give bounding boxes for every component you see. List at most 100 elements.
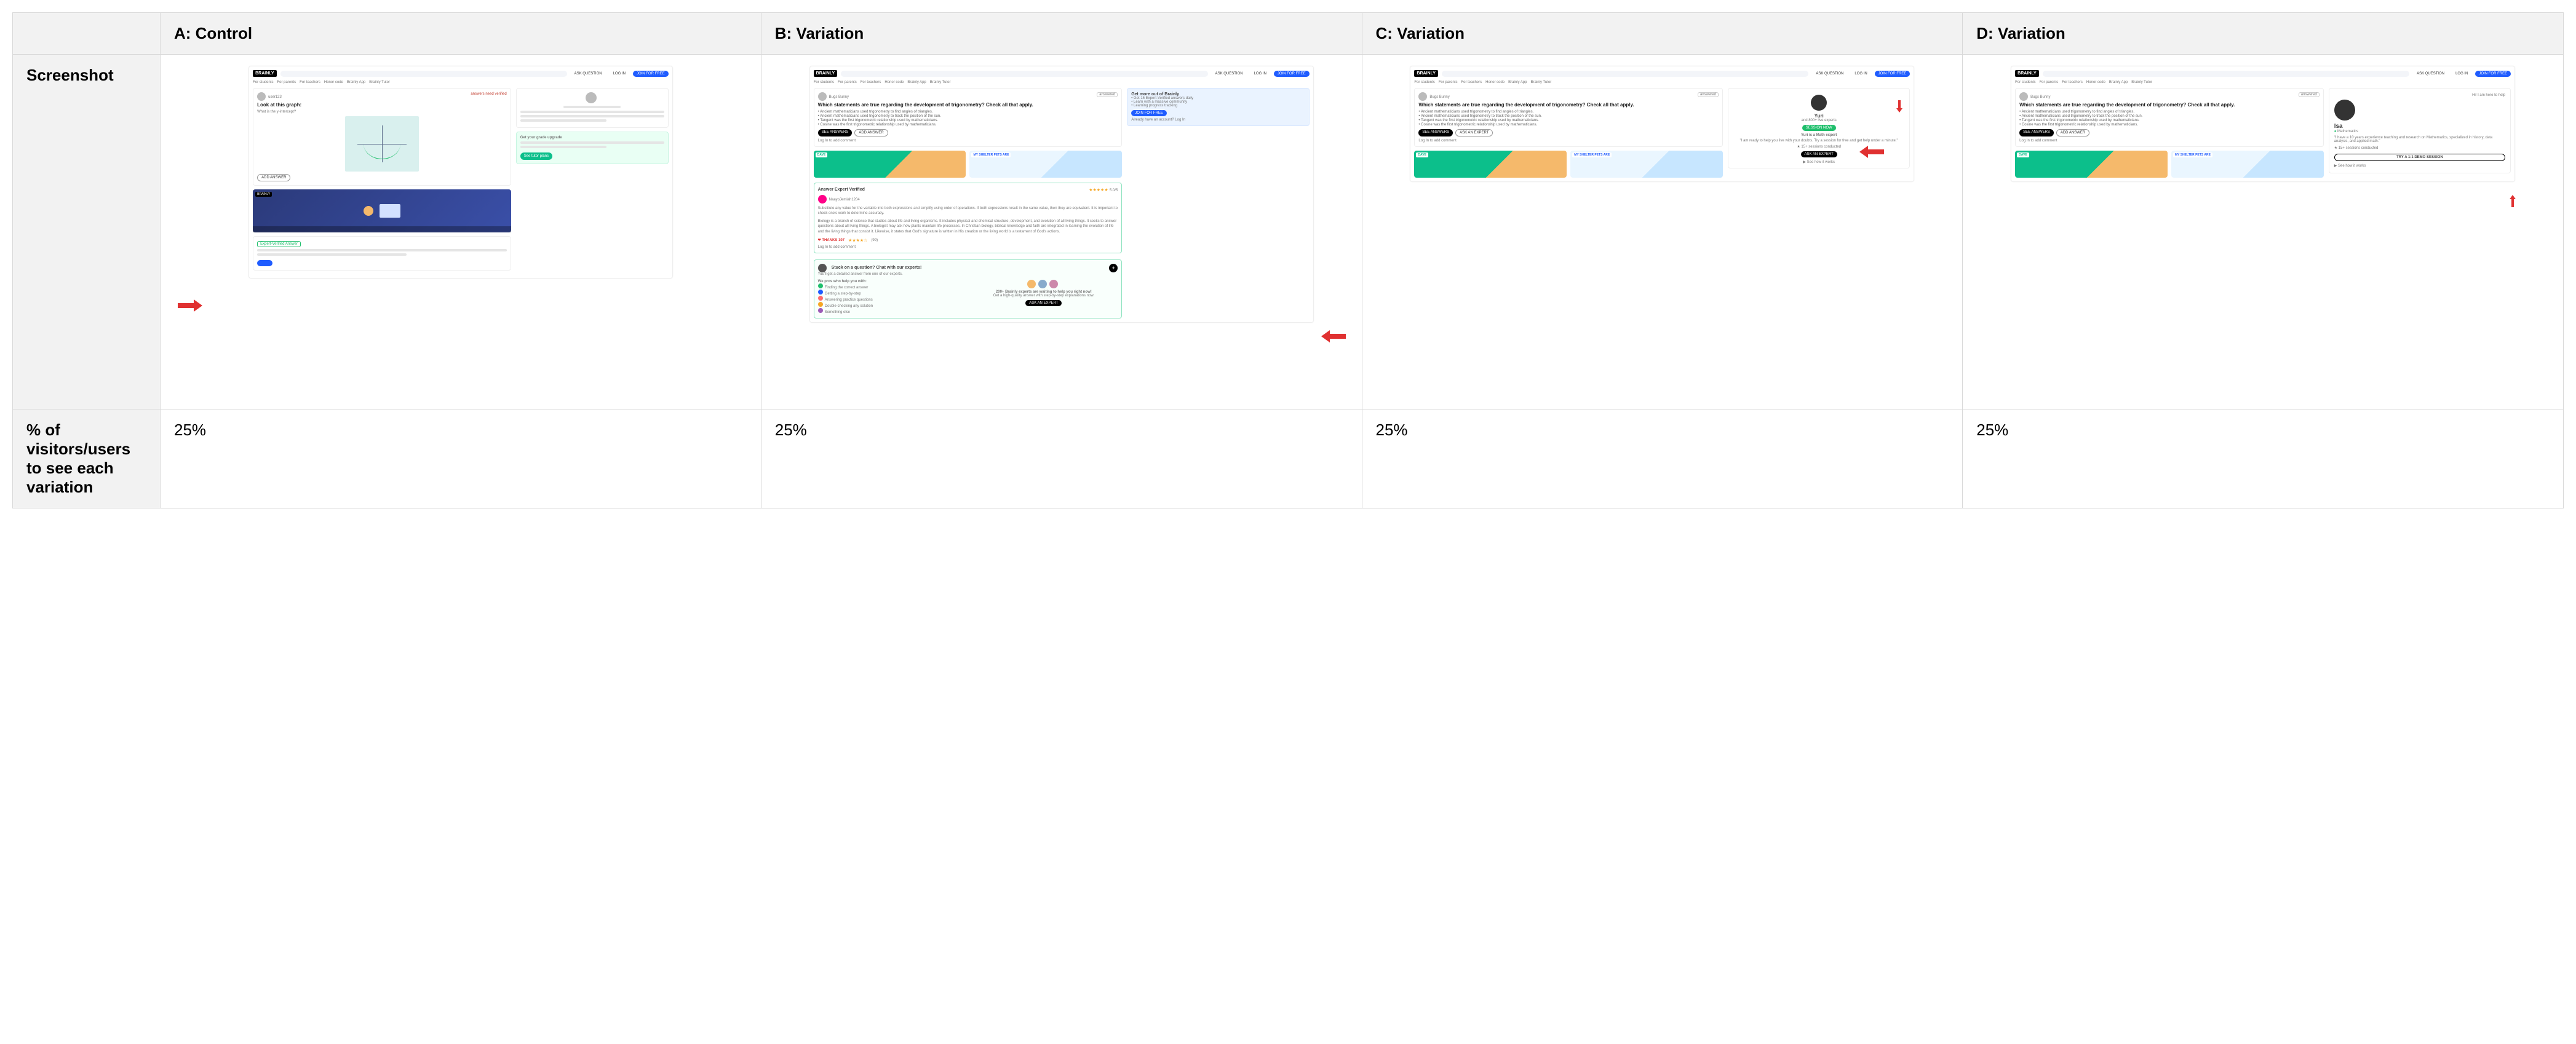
session-now-button[interactable]: SESSION NOW xyxy=(1802,125,1836,131)
question-card: Bugs Bunny answered Which statements are… xyxy=(814,88,1123,147)
question-author: user123 xyxy=(268,95,282,99)
grade-cta-button[interactable]: See tutor plans xyxy=(520,152,552,160)
join-button[interactable]: JOIN FOR FREE xyxy=(1274,71,1310,77)
login-link[interactable]: LOG IN xyxy=(2452,71,2471,77)
callout-arrow-icon xyxy=(1859,146,1884,158)
ad-thumb[interactable]: MY SHELTER PETS ARE xyxy=(969,151,1122,178)
tutor-name: Yuri xyxy=(1732,113,1906,119)
join-button[interactable]: JOIN FOR FREE xyxy=(633,71,669,77)
nav-honor[interactable]: Honor code xyxy=(1485,81,1505,84)
nav-app[interactable]: Brainly App xyxy=(347,81,365,84)
see-how-link[interactable]: See how it works xyxy=(1807,160,1835,164)
question-card: user123 answers need verified Look at th… xyxy=(253,88,511,186)
callout-arrow-icon xyxy=(1893,94,1906,119)
nav-tutor[interactable]: Brainly Tutor xyxy=(930,81,951,84)
search-input[interactable] xyxy=(2043,71,2409,77)
ask-question-link[interactable]: ASK QUESTION xyxy=(1212,71,1247,77)
nav-app[interactable]: Brainly App xyxy=(1508,81,1527,84)
nav-parents[interactable]: For parents xyxy=(1439,81,1458,84)
search-input[interactable] xyxy=(280,71,567,77)
nav-teachers[interactable]: For teachers xyxy=(1461,81,1482,84)
avatar xyxy=(818,92,827,101)
login-to-comment[interactable]: Log In to add comment xyxy=(2019,139,2320,143)
ad-thumbs: DAVE MY SHELTER PETS ARE xyxy=(814,151,1123,178)
login-to-comment[interactable]: Log In to add comment xyxy=(818,139,1118,143)
login-to-comment[interactable]: Log In to add comment xyxy=(818,245,1118,249)
ad-thumb[interactable]: DAVE xyxy=(1414,151,1567,178)
avatar xyxy=(257,92,266,101)
col-b-header: B: Variation xyxy=(761,13,1362,55)
nav-students[interactable]: For students xyxy=(1414,81,1434,84)
ask-expert-button[interactable]: ASK AN EXPERT xyxy=(1801,151,1837,157)
nav-app[interactable]: Brainly App xyxy=(907,81,926,84)
expert-answer-card: Expert-Verified Answer xyxy=(253,236,511,271)
see-answers-button[interactable]: SEE ANSWERS xyxy=(818,129,853,136)
nav-teachers[interactable]: For teachers xyxy=(861,81,881,84)
add-answer-button[interactable]: ADD ANSWER xyxy=(257,174,290,181)
brand-logo: BRAINLY xyxy=(253,70,276,77)
nav-teachers[interactable]: For teachers xyxy=(300,81,320,84)
login-to-comment[interactable]: Log In to add comment xyxy=(1418,139,1719,143)
search-input[interactable] xyxy=(841,71,1207,77)
ask-question-link[interactable]: ASK QUESTION xyxy=(571,71,606,77)
nav-tutor[interactable]: Brainly Tutor xyxy=(2131,81,2152,84)
see-how-link[interactable]: See how it works xyxy=(2338,164,2366,168)
nav-tutor[interactable]: Brainly Tutor xyxy=(369,81,390,84)
primary-cta-button[interactable] xyxy=(257,260,272,266)
question-author: Bugs Bunny xyxy=(2030,95,2050,99)
callout-arrow-icon xyxy=(178,299,202,312)
nav-parents[interactable]: For parents xyxy=(838,81,857,84)
answered-badge: answered xyxy=(1097,92,1118,97)
question-author: Bugs Bunny xyxy=(1429,95,1449,99)
nav-honor[interactable]: Honor code xyxy=(2086,81,2105,84)
join-button[interactable]: JOIN FOR FREE xyxy=(1131,110,1167,116)
add-answer-button[interactable]: ADD ANSWER xyxy=(2056,129,2089,136)
nav-app[interactable]: Brainly App xyxy=(2109,81,2128,84)
mini-page-a: BRAINLY ASK QUESTION LOG IN JOIN FOR FRE… xyxy=(248,66,672,279)
nav-parents[interactable]: For parents xyxy=(277,81,296,84)
join-button[interactable]: JOIN FOR FREE xyxy=(2475,71,2511,77)
join-button[interactable]: JOIN FOR FREE xyxy=(1875,71,1910,77)
nav-students[interactable]: For students xyxy=(814,81,834,84)
search-input[interactable] xyxy=(1442,71,1808,77)
ask-expert-button[interactable]: ASK AN EXPERT xyxy=(1025,300,1062,306)
cell-c-screenshot: BRAINLY ASK QUESTION LOG IN JOIN FOR FRE… xyxy=(1362,55,1963,409)
ask-question-link[interactable]: ASK QUESTION xyxy=(2413,71,2448,77)
expand-icon[interactable]: + xyxy=(1109,264,1118,272)
ask-expert-button[interactable]: ASK AN EXPERT xyxy=(1455,129,1493,136)
try-demo-button[interactable]: TRY A 1:1 DEMO SESSION xyxy=(2334,154,2505,161)
add-answer-button[interactable]: ADD ANSWER xyxy=(854,129,888,136)
already-login-link[interactable]: Already have an account? Log In xyxy=(1131,118,1305,122)
ab-test-table: A: Control B: Variation C: Variation D: … xyxy=(12,12,2564,508)
corner-cell xyxy=(13,13,161,55)
tutor-bio: "I have a 10 years experience teaching a… xyxy=(2334,136,2505,143)
nav-honor[interactable]: Honor code xyxy=(324,81,343,84)
ad-thumb[interactable]: DAVE xyxy=(2015,151,2168,178)
see-answers-button[interactable]: SEE ANSWERS xyxy=(2019,129,2054,136)
cell-d-screenshot: BRAINLY ASK QUESTION LOG IN JOIN FOR FRE… xyxy=(1963,55,2564,409)
video-player[interactable]: BRAINLY xyxy=(253,189,511,232)
row-screenshot-header: Screenshot xyxy=(13,55,161,409)
nav-tutor[interactable]: Brainly Tutor xyxy=(1531,81,1552,84)
nav-students[interactable]: For students xyxy=(253,81,273,84)
nav-teachers[interactable]: For teachers xyxy=(2062,81,2083,84)
thanks-count[interactable]: THANKS 107 xyxy=(822,239,845,242)
question-title: Which statements are true regarding the … xyxy=(1418,102,1719,108)
nav-parents[interactable]: For parents xyxy=(2040,81,2059,84)
ad-thumb[interactable]: DAVE xyxy=(814,151,966,178)
star-icon: ★★★★☆ xyxy=(848,238,867,243)
login-link[interactable]: LOG IN xyxy=(1851,71,1870,77)
ad-thumb[interactable]: MY SHELTER PETS ARE xyxy=(2171,151,2324,178)
cell-a-screenshot: BRAINLY ASK QUESTION LOG IN JOIN FOR FRE… xyxy=(161,55,761,409)
callout-arrow-icon xyxy=(1321,330,1346,342)
ask-question-link[interactable]: ASK QUESTION xyxy=(1812,71,1847,77)
login-link[interactable]: LOG IN xyxy=(1250,71,1270,77)
sidebox-title: Get more out of Brainly xyxy=(1131,92,1305,97)
see-answers-button[interactable]: SEE ANSWERS xyxy=(1418,129,1453,136)
nav-students[interactable]: For students xyxy=(2015,81,2035,84)
nav-honor[interactable]: Honor code xyxy=(885,81,904,84)
ad-thumb[interactable]: MY SHELTER PETS ARE xyxy=(1570,151,1723,178)
nav-row: For students For parents For teachers Ho… xyxy=(2015,81,2511,84)
login-link[interactable]: LOG IN xyxy=(610,71,629,77)
pct-c: 25% xyxy=(1362,409,1963,508)
